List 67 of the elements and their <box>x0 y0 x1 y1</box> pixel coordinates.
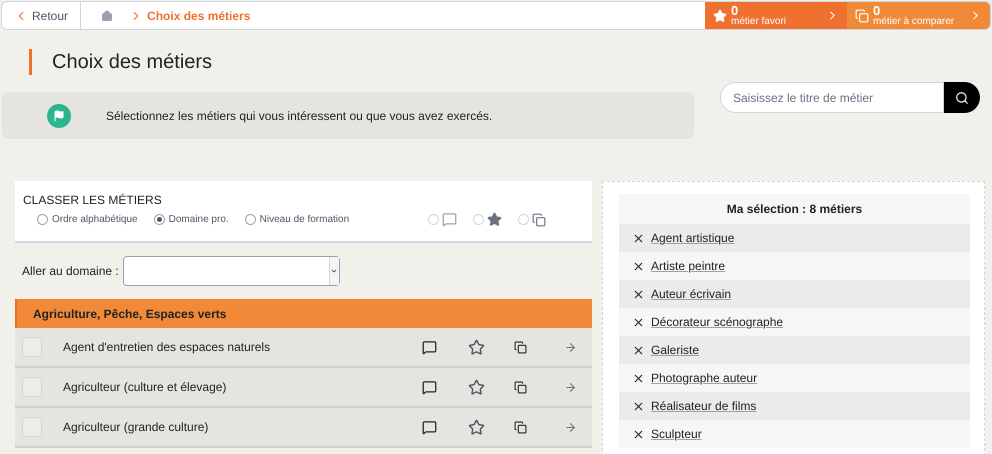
filter-radio[interactable] <box>473 214 484 225</box>
page-title: Choix des métiers <box>52 50 212 75</box>
selection-link[interactable]: Photographe auteur <box>651 369 758 387</box>
sort-heading: CLASSER LES MÉTIERS <box>23 192 163 209</box>
copy-icon[interactable] <box>514 420 527 434</box>
selection-link[interactable]: Auteur écrivain <box>651 285 732 303</box>
selection-title: Ma sélection : 8 métiers <box>619 194 970 224</box>
copy-icon[interactable] <box>514 340 527 354</box>
remove-icon[interactable] <box>632 372 645 384</box>
sort-radio[interactable]: Niveau de formation <box>244 212 350 227</box>
job-row[interactable]: Agent d'entretien des espaces naturels <box>15 328 592 368</box>
copy-icon <box>855 8 869 22</box>
domain-label: Aller au domaine : <box>22 263 119 280</box>
comment-icon[interactable] <box>422 340 437 354</box>
job-name: Agriculteur (culture et élevage) <box>63 379 228 396</box>
flag-icon <box>47 104 71 128</box>
remove-icon[interactable] <box>632 316 645 328</box>
arrow-icon[interactable] <box>564 420 577 434</box>
filter-radio[interactable] <box>428 214 440 225</box>
domain-select[interactable] <box>122 256 340 286</box>
remove-icon[interactable] <box>632 232 645 244</box>
dropdown-icon <box>330 267 338 275</box>
comment-icon[interactable] <box>422 380 437 394</box>
arrow-icon[interactable] <box>564 380 577 394</box>
info-text: Sélectionnez les métiers qui vous intéressent ou que vous avez exercés. <box>106 108 492 124</box>
star-icon <box>713 8 727 22</box>
arrow-icon[interactable] <box>564 340 577 354</box>
job-name: Agriculteur (grande culture) <box>63 419 210 436</box>
checkbox[interactable] <box>22 377 42 397</box>
breadcrumb-current: Choix des métiers <box>147 8 250 24</box>
filter-radio[interactable] <box>518 214 530 225</box>
checkbox[interactable] <box>22 417 42 437</box>
copy-icon <box>532 212 546 226</box>
job-row[interactable]: Agriculteur (culture et élevage) <box>15 368 592 408</box>
selection-link[interactable]: Sculpteur <box>651 425 702 443</box>
star-icon[interactable] <box>468 418 485 436</box>
remove-icon[interactable] <box>632 288 645 300</box>
back-button[interactable]: Retour <box>2 2 82 29</box>
remove-icon[interactable] <box>632 428 645 440</box>
star-icon <box>487 212 502 227</box>
selection-link[interactable]: Agent artistique <box>651 229 734 247</box>
home-icon[interactable] <box>101 10 114 22</box>
compare-label: métier à comparer <box>873 16 954 26</box>
search-button[interactable] <box>944 82 980 113</box>
comment-icon <box>442 212 458 227</box>
copy-icon[interactable] <box>514 380 527 394</box>
remove-icon[interactable] <box>632 260 645 272</box>
job-name: Agent d'entretien des espaces naturels <box>63 339 272 356</box>
search-field[interactable]: Saisissez le titre de métier <box>720 82 944 113</box>
comment-icon[interactable] <box>422 420 437 434</box>
favorites-label: métier favori <box>731 16 786 26</box>
star-icon[interactable] <box>468 378 485 396</box>
group-header: Agriculture, Pêche, Espaces verts <box>15 299 592 328</box>
remove-icon[interactable] <box>632 400 645 412</box>
sort-radio[interactable]: Ordre alphabétique <box>37 212 138 227</box>
search-icon <box>955 90 969 104</box>
selection-link[interactable]: Galeriste <box>651 341 700 359</box>
favorites-count: 0 <box>731 4 738 16</box>
title-accent <box>29 49 32 75</box>
star-icon[interactable] <box>468 338 485 356</box>
remove-icon[interactable] <box>632 344 645 356</box>
sort-radio[interactable]: Domaine pro. <box>154 212 229 227</box>
selection-link[interactable]: Réalisateur de films <box>651 397 756 415</box>
checkbox[interactable] <box>22 337 42 357</box>
selection-link[interactable]: Artiste peintre <box>651 257 726 275</box>
compare-count: 0 <box>873 4 880 16</box>
job-row[interactable]: Agriculteur (grande culture) <box>15 408 592 448</box>
